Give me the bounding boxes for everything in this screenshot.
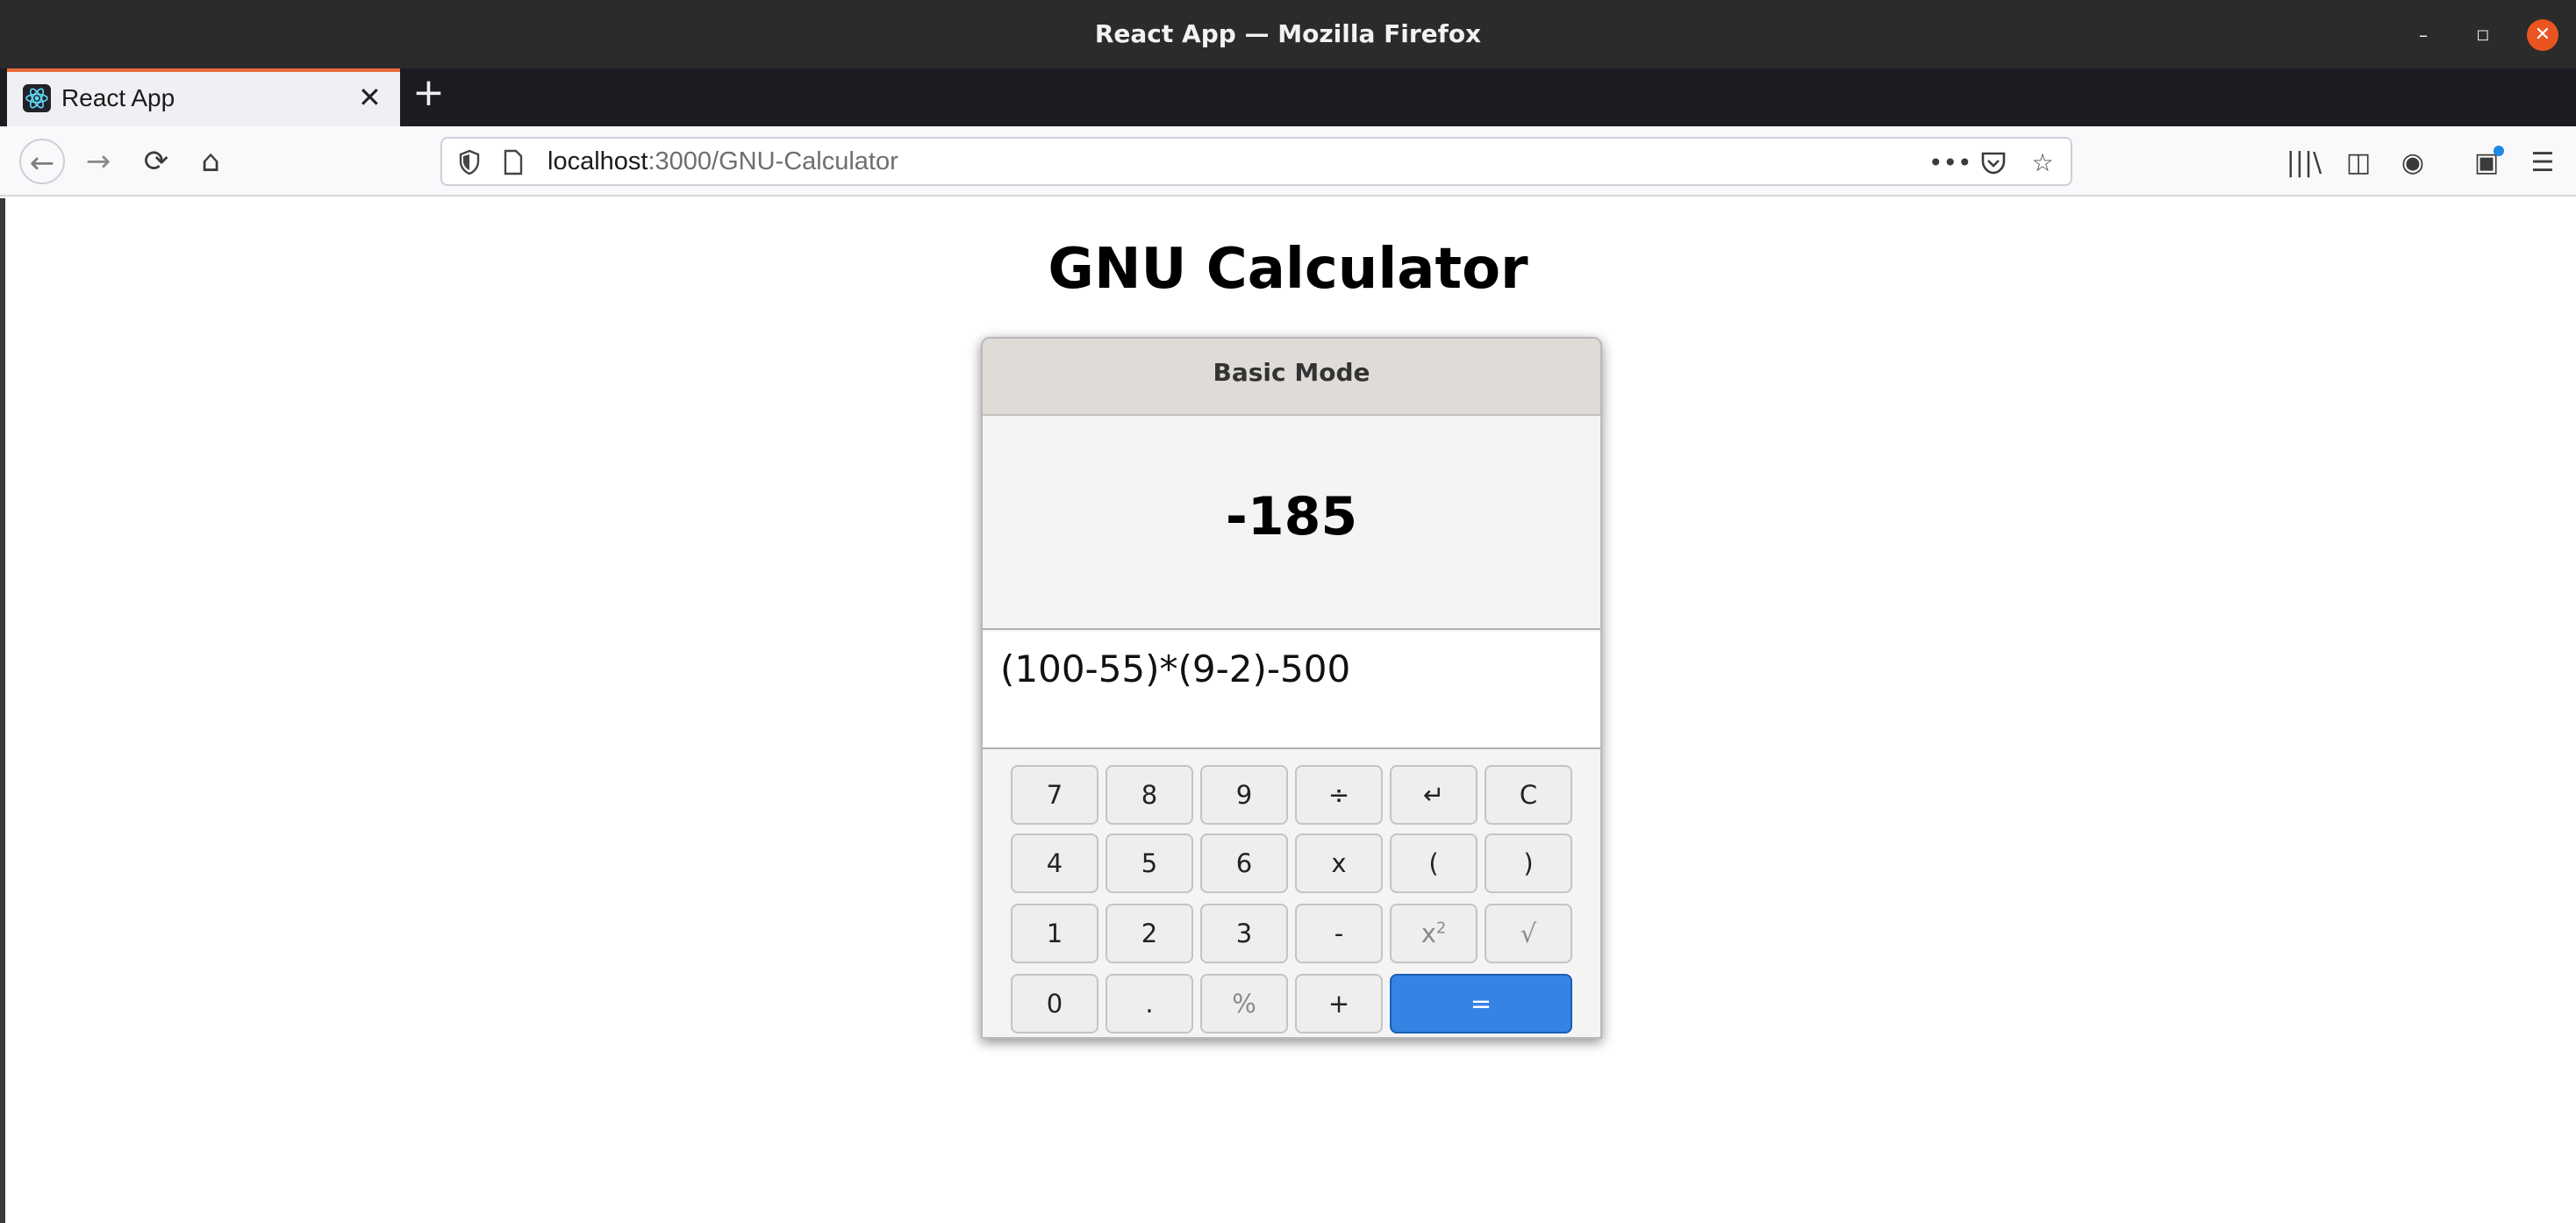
bookmark-star-icon[interactable]: ☆ xyxy=(2025,146,2060,181)
key-undo[interactable]: ↵ xyxy=(1390,765,1478,825)
hamburger-menu-icon[interactable]: ☰ xyxy=(2523,144,2562,182)
forward-button[interactable]: → xyxy=(75,139,121,184)
account-icon[interactable]: ◉ xyxy=(2394,144,2432,182)
window-title: React App — Mozilla Firefox xyxy=(1094,19,1482,48)
tab-react-app[interactable]: React App ✕ xyxy=(7,68,400,126)
page-info-icon[interactable] xyxy=(498,147,528,177)
url-host: localhost xyxy=(547,147,648,175)
whats-new-gift-icon[interactable]: ▣ xyxy=(2467,144,2506,182)
key-open-paren[interactable]: ( xyxy=(1390,833,1478,893)
url-text[interactable]: localhost:3000/GNU-Calculator xyxy=(547,147,898,176)
key-8[interactable]: 8 xyxy=(1106,765,1193,825)
maximize-button[interactable]: ◻ xyxy=(2467,19,2499,51)
tab-strip: React App ✕ xyxy=(0,68,2576,126)
page-content: GNU Calculator Basic Mode -185 (100-55)*… xyxy=(0,198,2576,1223)
key-sqrt[interactable]: √ xyxy=(1485,904,1572,963)
nav-toolbar: ← → ⟳ ⌂ localhost:3000/GNU-Calculator ••… xyxy=(0,126,2576,197)
square-exponent: 2 xyxy=(1435,919,1447,938)
calculator: Basic Mode -185 (100-55)*(9-2)-500 7 8 9… xyxy=(981,337,1602,1039)
sidebar-icon[interactable]: ◫ xyxy=(2339,144,2378,182)
key-9[interactable]: 9 xyxy=(1200,765,1288,825)
url-bar[interactable]: localhost:3000/GNU-Calculator ••• ☆ xyxy=(440,137,2072,186)
expression-input[interactable]: (100-55)*(9-2)-500 xyxy=(983,632,1600,749)
reload-button[interactable]: ⟳ xyxy=(133,139,179,184)
keypad: 7 8 9 ÷ ↵ C 4 5 6 x ( ) 1 2 3 - x2 √ 0 .… xyxy=(983,751,1600,1037)
key-equals[interactable]: = xyxy=(1390,974,1572,1033)
react-icon xyxy=(23,84,51,112)
key-percent[interactable]: % xyxy=(1200,974,1288,1033)
key-divide[interactable]: ÷ xyxy=(1295,765,1383,825)
key-1[interactable]: 1 xyxy=(1011,904,1098,963)
library-icon[interactable]: |||\ xyxy=(2285,144,2323,182)
key-clear[interactable]: C xyxy=(1485,765,1572,825)
key-subtract[interactable]: - xyxy=(1295,904,1383,963)
url-path: :3000/GNU-Calculator xyxy=(648,147,898,175)
key-7[interactable]: 7 xyxy=(1011,765,1098,825)
key-add[interactable]: + xyxy=(1295,974,1383,1033)
pocket-icon[interactable] xyxy=(1976,146,2011,181)
calculator-header: Basic Mode xyxy=(983,339,1600,416)
window-left-edge xyxy=(0,198,5,1223)
key-0[interactable]: 0 xyxy=(1011,974,1098,1033)
back-button[interactable]: ← xyxy=(19,139,65,184)
minimize-button[interactable]: – xyxy=(2408,19,2439,51)
home-button[interactable]: ⌂ xyxy=(188,139,233,184)
key-3[interactable]: 3 xyxy=(1200,904,1288,963)
tracking-shield-icon[interactable] xyxy=(454,147,484,177)
mode-label[interactable]: Basic Mode xyxy=(983,358,1600,387)
page-actions-icon[interactable]: ••• xyxy=(1928,146,1972,181)
square-base: x xyxy=(1420,919,1436,948)
key-square[interactable]: x2 xyxy=(1390,904,1478,963)
expression-text[interactable]: (100-55)*(9-2)-500 xyxy=(1000,647,1350,690)
key-6[interactable]: 6 xyxy=(1200,833,1288,893)
result-value: -185 xyxy=(1225,486,1358,547)
tab-label: React App xyxy=(61,84,175,111)
tab-close-icon[interactable]: ✕ xyxy=(358,81,382,114)
notification-dot xyxy=(2494,146,2504,156)
key-decimal[interactable]: . xyxy=(1106,974,1193,1033)
window-titlebar: React App — Mozilla Firefox – ◻ ✕ xyxy=(0,0,2576,68)
key-4[interactable]: 4 xyxy=(1011,833,1098,893)
result-display: -185 xyxy=(983,418,1600,630)
key-multiply[interactable]: x xyxy=(1295,833,1383,893)
key-close-paren[interactable]: ) xyxy=(1485,833,1572,893)
key-2[interactable]: 2 xyxy=(1106,904,1193,963)
new-tab-button[interactable]: + xyxy=(412,74,445,112)
key-5[interactable]: 5 xyxy=(1106,833,1193,893)
page-title: GNU Calculator xyxy=(1048,237,1528,302)
close-window-button[interactable]: ✕ xyxy=(2527,19,2558,51)
